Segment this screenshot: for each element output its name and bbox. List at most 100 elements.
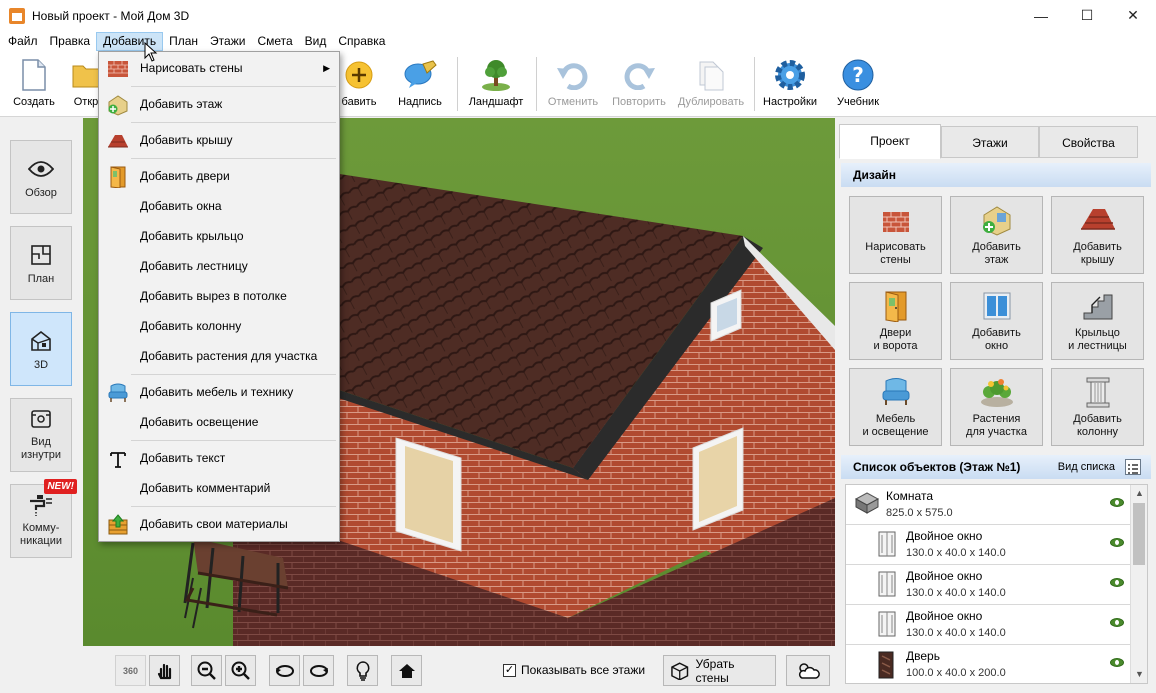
draw-walls-label-2: стены xyxy=(880,254,911,266)
object-name: Комната xyxy=(886,489,933,503)
menu-help[interactable]: Справка xyxy=(332,32,391,51)
visibility-eye-icon[interactable] xyxy=(1110,498,1124,507)
menu-file[interactable]: Файл xyxy=(2,32,44,51)
tab-floors[interactable]: Этажи xyxy=(941,126,1039,158)
create-button[interactable]: Создать xyxy=(8,55,60,113)
menu-add-plants[interactable]: Добавить растения для участка xyxy=(100,342,338,370)
menu-draw-walls[interactable]: Нарисовать стены ▶ xyxy=(100,54,338,82)
rotate-360-button[interactable]: 360 xyxy=(115,655,146,686)
mouse-cursor-icon xyxy=(144,42,158,62)
roof-icon xyxy=(107,130,129,152)
landscape-button[interactable]: Ландшафт xyxy=(465,55,527,113)
visibility-eye-icon[interactable] xyxy=(1110,578,1124,587)
rotate-left-button[interactable] xyxy=(269,655,300,686)
plants-label-2: для участка xyxy=(966,426,1027,438)
list-item[interactable]: Двойное окно 130.0 x 40.0 x 140.0 xyxy=(846,605,1131,645)
rotate-right-button[interactable] xyxy=(303,655,334,686)
pan-hand-button[interactable] xyxy=(149,655,180,686)
3d-view-button[interactable]: 3D xyxy=(10,312,72,386)
menu-add-stairs[interactable]: Добавить лестницу xyxy=(100,252,338,280)
show-all-floors-toggle[interactable]: ✓ Показывать все этажи xyxy=(503,663,645,677)
undo-button[interactable]: Отменить xyxy=(544,55,602,113)
zoom-in-button[interactable] xyxy=(225,655,256,686)
visibility-eye-icon[interactable] xyxy=(1110,658,1124,667)
doors-gates-button[interactable]: Двери и ворота xyxy=(849,282,942,360)
menu-add-text-label: Добавить текст xyxy=(140,451,226,465)
minimize-button[interactable]: — xyxy=(1018,0,1064,31)
zoom-out-button[interactable] xyxy=(191,655,222,686)
menu-add-lighting[interactable]: Добавить освещение xyxy=(100,408,338,436)
tab-project[interactable]: Проект xyxy=(839,124,941,159)
inside-view-button[interactable]: Вид изнутри xyxy=(10,398,72,472)
plan-view-button[interactable]: План xyxy=(10,226,72,300)
menu-add-ceiling-cutout[interactable]: Добавить вырез в потолке xyxy=(100,282,338,310)
menu-separator xyxy=(131,158,336,159)
menu-draw-walls-label: Нарисовать стены xyxy=(140,61,243,75)
visibility-eye-icon[interactable] xyxy=(1110,538,1124,547)
menu-plan[interactable]: План xyxy=(163,32,204,51)
door-icon xyxy=(107,166,129,188)
undo-arrow-icon xyxy=(556,58,590,92)
show-all-floors-checkbox[interactable]: ✓ xyxy=(503,663,516,677)
menu-add-windows[interactable]: Добавить окна xyxy=(100,192,338,220)
home-view-button[interactable] xyxy=(391,655,422,686)
project-panel: Проект Этажи Свойства Дизайн Нарисовать … xyxy=(837,118,1156,693)
stairs-icon xyxy=(1052,289,1143,323)
label-button[interactable]: Надпись xyxy=(390,55,450,113)
list-item[interactable]: Двойное окно 130.0 x 40.0 x 140.0 xyxy=(846,565,1131,605)
svg-text:?: ? xyxy=(852,63,864,87)
floor-plan-icon xyxy=(11,241,71,269)
menu-add-doors[interactable]: Добавить двери xyxy=(100,162,338,190)
furniture-label-2: и освещение xyxy=(862,426,929,438)
menu-add-text[interactable]: Добавить текст xyxy=(100,444,338,472)
menu-add-materials[interactable]: Добавить свои материалы xyxy=(100,510,338,538)
list-item[interactable]: Двойное окно 130.0 x 40.0 x 140.0 xyxy=(846,525,1131,565)
add-column-button[interactable]: Добавить колонну xyxy=(1051,368,1144,446)
menu-edit[interactable]: Правка xyxy=(44,32,97,51)
menu-view[interactable]: Вид xyxy=(299,32,333,51)
menu-add-roof[interactable]: Добавить крышу xyxy=(100,126,338,154)
menu-add-porch[interactable]: Добавить крыльцо xyxy=(100,222,338,250)
scroll-up-icon[interactable]: ▲ xyxy=(1131,485,1147,502)
draw-walls-button[interactable]: Нарисовать стены xyxy=(849,196,942,274)
menu-add-column[interactable]: Добавить колонну xyxy=(100,312,338,340)
toolbar-separator xyxy=(536,57,537,111)
list-view-icon[interactable] xyxy=(1125,459,1141,475)
furniture-lighting-button[interactable]: Мебель и освещение xyxy=(849,368,942,446)
porch-stairs-button[interactable]: Крыльцо и лестницы xyxy=(1051,282,1144,360)
add-window-button[interactable]: Добавить окно xyxy=(950,282,1043,360)
open-button[interactable]: Откр xyxy=(72,55,100,113)
close-button[interactable]: ✕ xyxy=(1110,0,1156,31)
redo-button[interactable]: Повторить xyxy=(608,55,670,113)
menu-add-comment[interactable]: Добавить комментарий xyxy=(100,474,338,502)
menu-add-furniture[interactable]: Добавить мебель и технику xyxy=(100,378,338,406)
scroll-down-icon[interactable]: ▼ xyxy=(1131,666,1147,683)
tutorial-label: Учебник xyxy=(836,96,880,108)
add-floor-button[interactable]: Добавить этаж xyxy=(950,196,1043,274)
menu-add-floor[interactable]: Добавить этаж xyxy=(100,90,338,118)
hide-walls-button[interactable]: Убрать стены xyxy=(663,655,776,686)
door-icon xyxy=(850,289,941,323)
tutorial-button[interactable]: ? Учебник xyxy=(830,55,886,113)
list-item[interactable]: Дверь 100.0 x 40.0 x 200.0 xyxy=(846,645,1131,683)
plants-button[interactable]: Растения для участка xyxy=(950,368,1043,446)
communications-button[interactable]: NEW! Комму- никации xyxy=(10,479,77,558)
weather-button[interactable] xyxy=(786,655,830,686)
objects-scrollbar[interactable]: ▲ ▼ xyxy=(1130,485,1147,683)
maximize-button[interactable]: ☐ xyxy=(1064,0,1110,31)
add-button[interactable]: бавить xyxy=(336,55,382,113)
plants-label-1: Растения xyxy=(972,413,1021,425)
lighting-button[interactable] xyxy=(347,655,378,686)
add-roof-button[interactable]: Добавить крышу xyxy=(1051,196,1144,274)
scrollbar-thumb[interactable] xyxy=(1133,503,1145,565)
overview-button[interactable]: Обзор xyxy=(10,140,72,214)
menu-estimate[interactable]: Смета xyxy=(251,32,298,51)
visibility-eye-icon[interactable] xyxy=(1110,618,1124,627)
objects-list[interactable]: Комната 825.0 x 575.0 Двойное окно 130.0… xyxy=(845,484,1148,684)
list-item[interactable]: Комната 825.0 x 575.0 xyxy=(846,485,1131,525)
menu-floors[interactable]: Этажи xyxy=(204,32,251,51)
settings-button[interactable]: Настройки xyxy=(760,55,820,113)
duplicate-button[interactable]: Дублировать xyxy=(674,55,748,113)
tab-properties[interactable]: Свойства xyxy=(1039,126,1138,158)
redo-arrow-icon xyxy=(622,58,656,92)
